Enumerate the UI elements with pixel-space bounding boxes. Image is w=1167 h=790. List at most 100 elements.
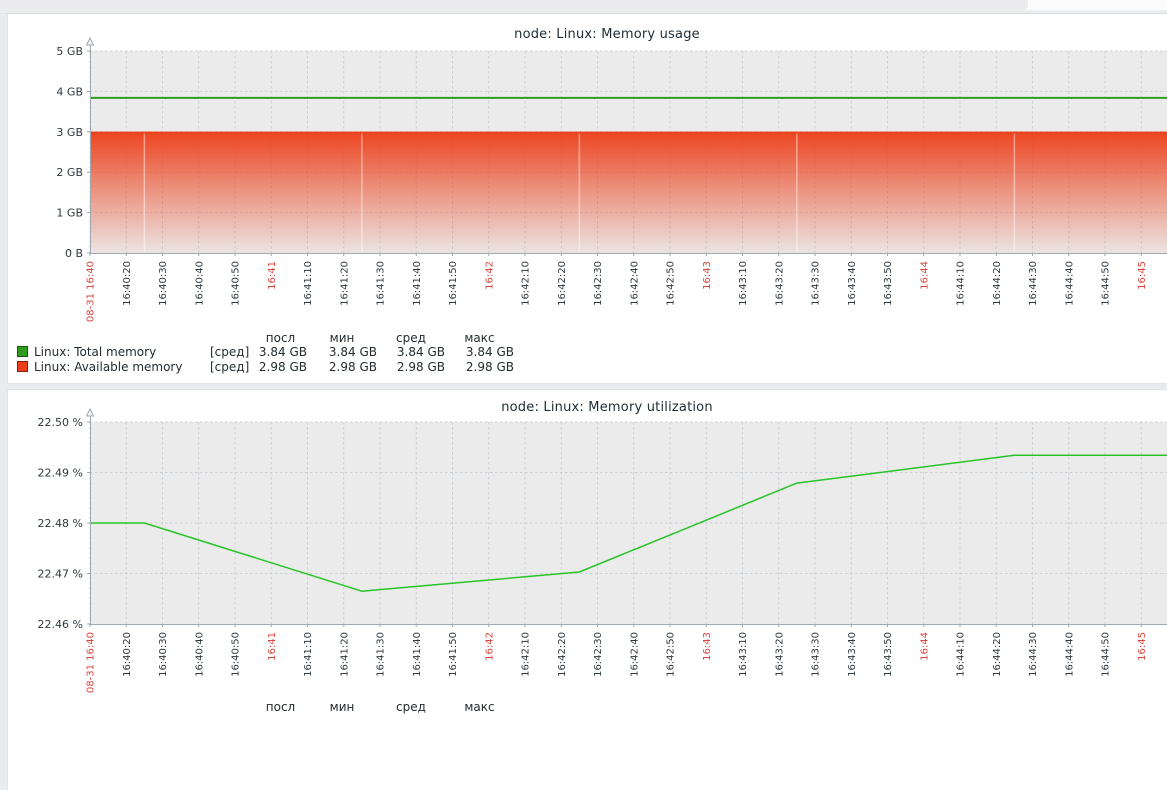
legend-value: 2.98 GB	[254, 360, 307, 375]
x-tick-label: 16:41	[267, 632, 278, 661]
legend-header: сред	[377, 331, 445, 345]
y-tick-label: 1 GB	[56, 207, 83, 220]
legend-header: макс	[445, 700, 514, 714]
x-tick-label: 16:40:40	[194, 261, 205, 306]
x-tick-label: 16:42	[484, 632, 495, 661]
y-tick-label: 2 GB	[56, 166, 83, 179]
y-tick-label: 22.49 %	[38, 467, 83, 480]
y-tick-label: 22.47 %	[38, 568, 83, 581]
x-tick-label: 16:41:30	[376, 261, 387, 306]
legend-header-row: послминсредмакс	[16, 331, 536, 345]
y-axis-arrow-icon	[87, 409, 94, 416]
x-tick-label: 08-31 16:40	[86, 261, 97, 322]
y-tick-label: 0 B	[65, 247, 83, 260]
browser-tab-strip	[0, 0, 1028, 10]
x-tick-label: 16:41:40	[412, 261, 423, 306]
x-tick-label: 16:44:30	[1028, 632, 1039, 677]
memory-usage-panel: node: Linux: Memory usage 5 GB4 GB3 GB2 …	[8, 14, 1167, 383]
x-tick-label: 16:43	[702, 261, 713, 290]
y-tick-label: 22.48 %	[38, 517, 83, 530]
x-tick-label: 16:41:20	[339, 632, 350, 677]
x-tick-label: 16:43:50	[883, 261, 894, 306]
x-tick-label: 16:45	[1137, 632, 1148, 661]
x-tick-label: 16:42:30	[593, 632, 604, 677]
legend-series-label: Linux: Total memory	[34, 345, 210, 360]
memory-utilization-panel: node: Linux: Memory utilization 22.50 %2…	[8, 390, 1167, 790]
x-tick-label: 16:43:20	[774, 632, 785, 677]
x-tick-label: 16:44:10	[956, 261, 967, 306]
legend-row: Linux: Total memory[сред]3.84 GB3.84 GB3…	[16, 345, 536, 360]
x-tick-label: 16:41:10	[303, 261, 314, 306]
y-tick-label: 3 GB	[56, 126, 83, 139]
legend-aggregation: [сред]	[210, 345, 254, 360]
y-tick-label: 5 GB	[56, 45, 83, 58]
y-tick-label: 4 GB	[56, 85, 83, 98]
x-tick-label: 16:40:40	[194, 632, 205, 677]
x-tick-label: 16:42:40	[629, 261, 640, 306]
x-tick-label: 16:41	[267, 261, 278, 290]
x-tick-label: 16:40:30	[158, 632, 169, 677]
x-tick-label: 16:44:40	[1064, 261, 1075, 306]
series-area-0	[90, 133, 1167, 253]
x-axis-labels: 08-31 16:40 16:40:20 16:40:30 16:40:40 16:40…	[86, 261, 1148, 322]
x-tick-label: 16:40:50	[231, 261, 242, 306]
y-axis-labels: 5 GB 4 GB 3 GB 2 GB 1 GB 0 B	[56, 45, 83, 260]
x-tick-label: 16:41:50	[448, 632, 459, 677]
x-tick-label: 16:42:50	[666, 261, 677, 306]
x-tick-label: 16:43:10	[738, 261, 749, 306]
legend-value: 3.84 GB	[377, 345, 445, 360]
memory-utilization-legend: послминсредмакс	[16, 700, 536, 714]
browser-chrome	[0, 0, 1167, 14]
x-tick-label: 16:42:50	[666, 632, 677, 677]
legend-header: мин	[307, 700, 377, 714]
x-tick-label: 16:43:20	[774, 261, 785, 306]
x-tick-label: 16:43:40	[847, 261, 858, 306]
x-tick-label: 16:43	[702, 632, 713, 661]
x-tick-label: 16:42:10	[521, 632, 532, 677]
x-tick-label: 08-31 16:40	[86, 632, 97, 693]
x-tick-label: 16:44:20	[992, 261, 1003, 306]
x-tick-label: 16:41:20	[339, 261, 350, 306]
x-tick-label: 16:44	[919, 632, 930, 661]
legend-value: 2.98 GB	[445, 360, 514, 375]
x-tick-label: 16:44	[919, 261, 930, 290]
x-tick-label: 16:44:30	[1028, 261, 1039, 306]
x-tick-label: 16:43:40	[847, 632, 858, 677]
x-tick-label: 16:41:30	[376, 632, 387, 677]
legend-swatch-icon	[17, 346, 28, 357]
x-tick-label: 16:44:10	[956, 632, 967, 677]
x-tick-label: 16:43:50	[883, 632, 894, 677]
legend-header: мин	[307, 331, 377, 345]
legend-value: 3.84 GB	[254, 345, 307, 360]
legend-header: макс	[445, 331, 514, 345]
x-tick-label: 16:42:30	[593, 261, 604, 306]
x-tick-label: 16:42	[484, 261, 495, 290]
legend-aggregation: [сред]	[210, 360, 254, 375]
memory-utilization-graph[interactable]: 22.50 % 22.49 % 22.48 % 22.47 % 22.46 %08-31…	[8, 390, 1167, 702]
legend-header: посл	[254, 331, 307, 345]
legend-series-label: Linux: Available memory	[34, 360, 210, 375]
legend-swatch-icon	[17, 361, 28, 372]
legend-header: посл	[254, 700, 307, 714]
x-tick-label: 16:41:40	[412, 632, 423, 677]
y-tick-label: 22.46 %	[38, 618, 83, 631]
x-tick-label: 16:43:30	[811, 632, 822, 677]
legend-value: 2.98 GB	[377, 360, 445, 375]
x-tick-label: 16:44:40	[1064, 632, 1075, 677]
legend-header: сред	[377, 700, 445, 714]
x-tick-label: 16:42:20	[557, 261, 568, 306]
legend-value: 3.84 GB	[307, 345, 377, 360]
x-tick-label: 16:40:30	[158, 261, 169, 306]
legend-row: Linux: Available memory[сред]2.98 GB2.98…	[16, 360, 536, 375]
memory-usage-legend: послминсредмаксLinux: Total memory[сред]…	[16, 331, 536, 375]
x-tick-label: 16:41:50	[448, 261, 459, 306]
x-tick-label: 16:42:10	[521, 261, 532, 306]
y-axis-arrow-icon	[87, 38, 94, 45]
memory-usage-graph[interactable]: 5 GB 4 GB 3 GB 2 GB 1 GB 0 B08-31 16:40 16:40:…	[8, 14, 1167, 330]
y-tick-label: 22.50 %	[38, 416, 83, 429]
x-tick-label: 16:43:30	[811, 261, 822, 306]
x-tick-label: 16:44:50	[1101, 632, 1112, 677]
x-tick-label: 16:43:10	[738, 632, 749, 677]
x-axis-labels: 08-31 16:4016:40:2016:40:3016:40:4016:40…	[86, 632, 1148, 693]
x-tick-label: 16:40:20	[122, 261, 133, 306]
